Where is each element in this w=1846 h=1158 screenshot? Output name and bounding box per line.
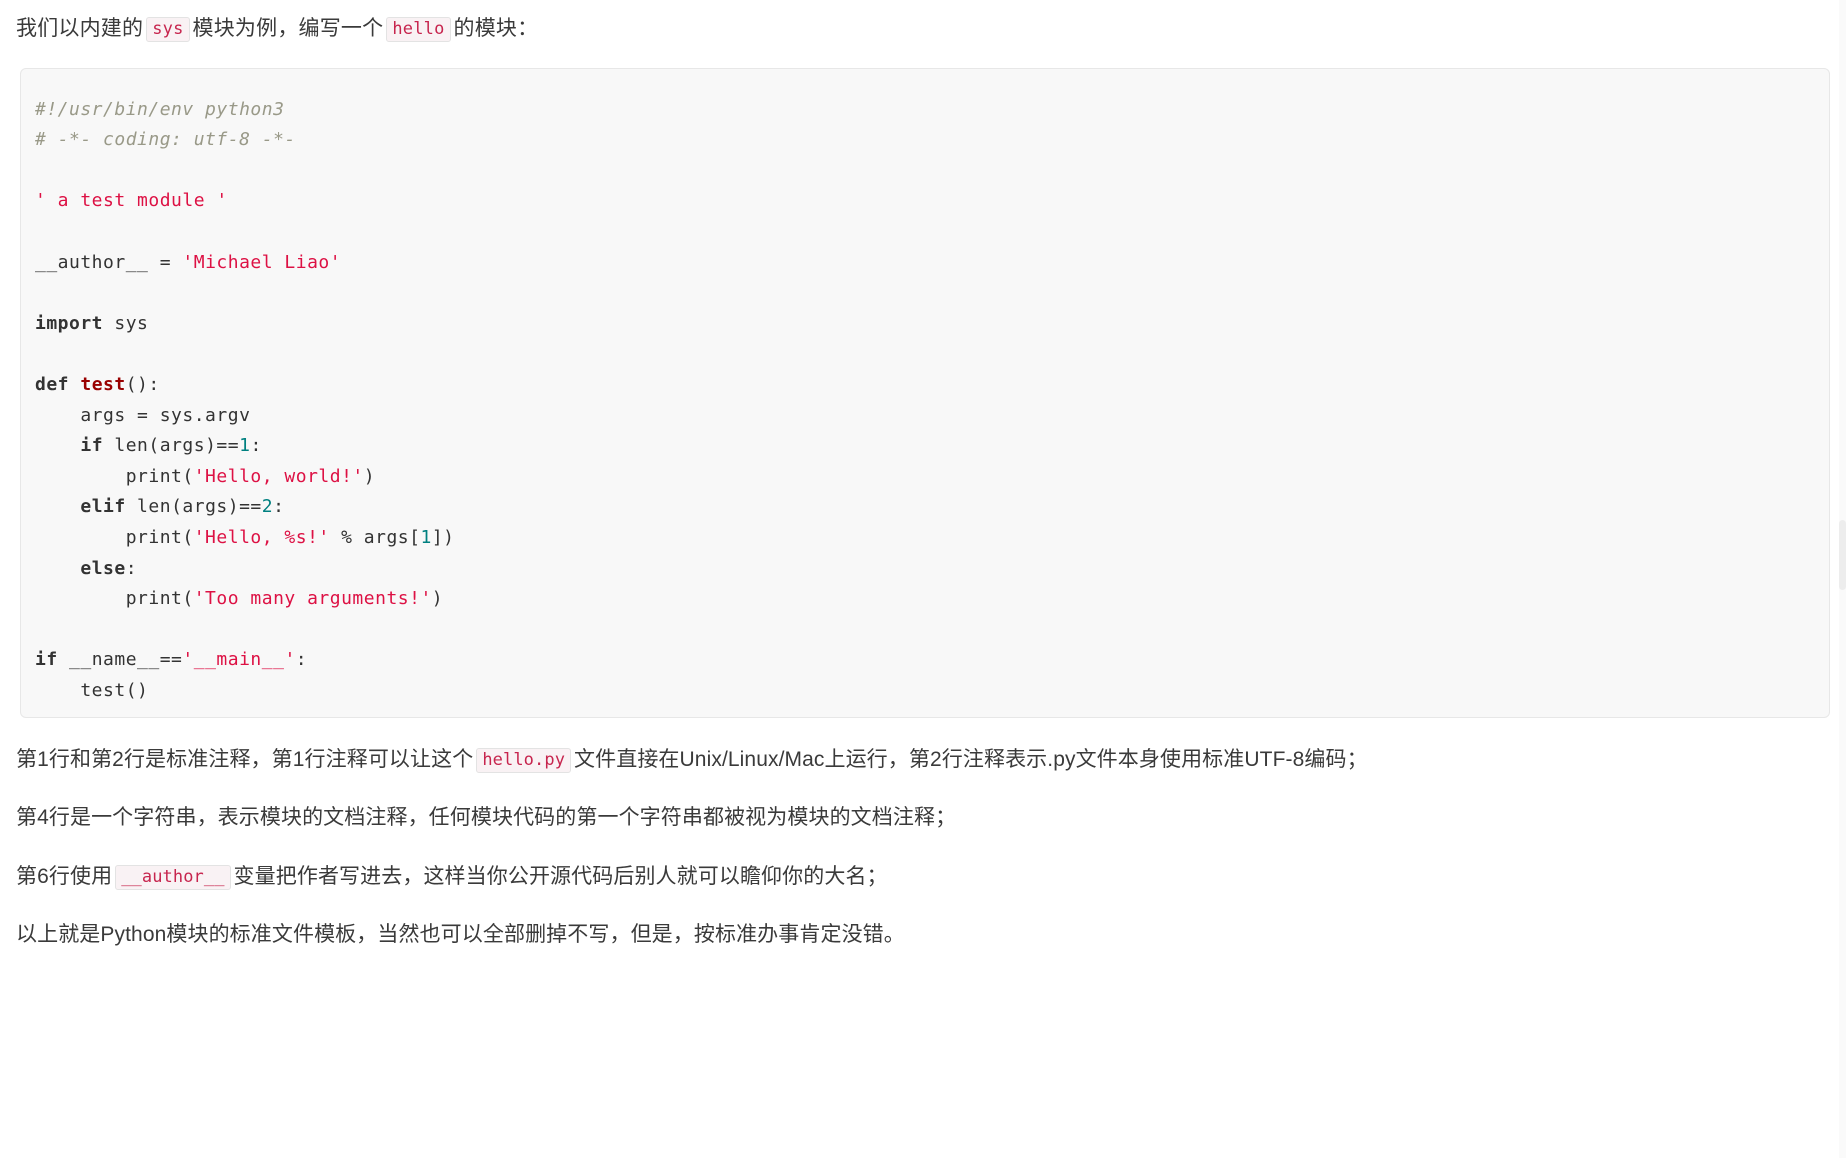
code-line: print('Hello, world!') bbox=[35, 462, 1829, 493]
page-scrollbar-track[interactable] bbox=[1839, 0, 1846, 1158]
explanation-paragraph-2: 第4行是一个字符串，表示模块的文档注释，任何模块代码的第一个字符串都被视为模块的… bbox=[0, 802, 1846, 835]
explanation-paragraph-3: 第6行使用 __author__ 变量把作者写进去，这样当你公开源代码后别人就可以瞻… bbox=[0, 861, 1846, 894]
code-token-string: 'Too many arguments!' bbox=[193, 588, 432, 610]
code-lines: #!/usr/bin/env python3 # -*- coding: utf-… bbox=[35, 95, 1829, 707]
code-line: else: bbox=[35, 554, 1829, 585]
paragraph-3-part2: 变量把作者写进去，这样当你公开源代码后别人就可以瞻仰你的大名； bbox=[233, 864, 888, 888]
code-token-plain: sys bbox=[103, 312, 149, 334]
code-token-number: 1 bbox=[420, 526, 432, 548]
code-token-func: test bbox=[80, 373, 126, 395]
intro-text-part3: 的模块： bbox=[453, 17, 539, 40]
code-line: ' a test module ' bbox=[35, 186, 1829, 217]
code-line: print('Hello, %s!' % args[1]) bbox=[35, 523, 1829, 554]
code-token-plain: len(args)== bbox=[103, 435, 240, 457]
code-token-number: 1 bbox=[239, 435, 251, 457]
inline-code-hello: hello bbox=[386, 17, 451, 42]
inline-code-hello-py: hello.py bbox=[476, 747, 572, 773]
code-token-plain: : bbox=[295, 649, 308, 671]
code-line: print('Too many arguments!') bbox=[35, 584, 1829, 615]
page-scrollbar-thumb[interactable] bbox=[1839, 520, 1846, 590]
code-line: elif len(args)==2: bbox=[35, 492, 1829, 523]
paragraph-2-part1: 第4行是一个字符串，表示模块的文档注释，任何模块代码的第一个字符串都被视为模块的… bbox=[16, 806, 957, 830]
code-token-plain: : bbox=[250, 435, 262, 457]
intro-text-part1: 我们以内建的 bbox=[16, 17, 144, 40]
explanation-paragraph-1: 第1行和第2行是标准注释，第1行注释可以让这个 hello.py 文件直接在Unix… bbox=[0, 744, 1846, 777]
code-token-keyword: import bbox=[35, 312, 104, 334]
code-line: __author__ = 'Michael Liao' bbox=[35, 248, 1829, 279]
code-token-keyword: elif bbox=[80, 496, 126, 518]
code-token-plain: print( bbox=[35, 588, 194, 610]
inline-code-sys: sys bbox=[146, 17, 190, 42]
code-token-plain: ]) bbox=[431, 526, 455, 548]
code-content: #!/usr/bin/env python3 # -*- coding: utf-… bbox=[35, 95, 1829, 707]
paragraph-3-part1: 第6行使用 bbox=[16, 864, 113, 888]
code-token-keyword: if bbox=[35, 649, 58, 671]
code-token-string: 'Hello, %s!' bbox=[193, 526, 330, 548]
code-token-plain: : bbox=[125, 557, 138, 579]
code-token-string: 'Hello, world!' bbox=[193, 465, 364, 487]
code-token-string: 'Michael Liao' bbox=[182, 251, 342, 273]
code-token-keyword: if bbox=[80, 435, 104, 457]
code-block[interactable]: #!/usr/bin/env python3 # -*- coding: utf-… bbox=[20, 67, 1830, 718]
code-token-string: '__main__' bbox=[182, 649, 296, 671]
code-token-plain: __author__ = bbox=[35, 251, 183, 273]
code-token-plain: len(args)== bbox=[125, 496, 262, 518]
code-token-string: ' a test module ' bbox=[35, 190, 228, 212]
code-token-keyword: else bbox=[80, 557, 126, 579]
code-token-number: 2 bbox=[261, 496, 274, 518]
code-token-plain: % args[ bbox=[329, 526, 421, 548]
code-token-plain: : bbox=[273, 496, 285, 518]
code-token-plain: args = sys.argv bbox=[35, 404, 251, 426]
intro-paragraph: 我们以内建的 sys 模块为例，编写一个 hello 的模块： bbox=[0, 0, 1846, 46]
paragraph-1-part1: 第1行和第2行是标准注释，第1行注释可以让这个 bbox=[16, 747, 474, 771]
inline-code-author: __author__ bbox=[115, 864, 231, 890]
code-token-plain: __name__== bbox=[57, 649, 183, 671]
code-line: # -*- coding: utf-8 -*- bbox=[35, 125, 1829, 156]
code-token-comment: #!/usr/bin/env python3 bbox=[35, 98, 285, 120]
intro-text-part2: 模块为例，编写一个 bbox=[192, 17, 384, 40]
code-token-plain: test() bbox=[35, 679, 149, 701]
explanation-paragraph-4: 以上就是Python模块的标准文件模板，当然也可以全部删掉不写，但是，按标准办事… bbox=[0, 919, 1846, 952]
paragraph-4-part1: 以上就是Python模块的标准文件模板，当然也可以全部删掉不写，但是，按标准办事… bbox=[16, 923, 905, 947]
code-token-plain: (): bbox=[125, 373, 160, 395]
code-token-plain: print( bbox=[35, 526, 194, 548]
code-line: args = sys.argv bbox=[35, 401, 1829, 432]
code-line: def test(): bbox=[35, 370, 1829, 401]
code-line: test() bbox=[35, 676, 1829, 707]
article-page: 我们以内建的 sys 模块为例，编写一个 hello 的模块： #!/usr/bin/e… bbox=[0, 0, 1846, 1158]
code-token-plain: print( bbox=[35, 465, 194, 487]
code-token-plain: ) bbox=[431, 588, 444, 610]
code-token-comment: # -*- coding: utf-8 -*- bbox=[35, 129, 296, 151]
code-line: import sys bbox=[35, 309, 1829, 340]
code-line: if len(args)==1: bbox=[35, 431, 1829, 462]
paragraph-1-part2: 文件直接在Unix/Linux/Mac上运行，第2行注释表示.py文件本身使用标… bbox=[574, 747, 1368, 771]
code-line: if __name__=='__main__': bbox=[35, 645, 1829, 676]
code-token-keyword: def bbox=[35, 373, 81, 395]
code-line: #!/usr/bin/env python3 bbox=[35, 95, 1829, 126]
code-token-plain: ) bbox=[363, 465, 376, 487]
